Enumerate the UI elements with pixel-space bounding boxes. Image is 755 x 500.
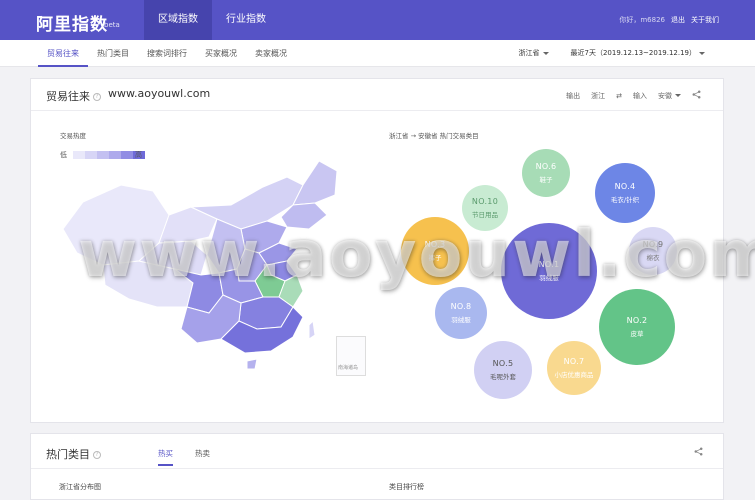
category-bubble[interactable]: NO.2 皮草 — [599, 289, 675, 365]
about-link[interactable]: 关于我们 — [691, 15, 719, 25]
bubble-name: 皮草 — [630, 330, 644, 338]
bubble-name: 毛衣/针织 — [610, 196, 640, 204]
chevron-down-icon — [699, 51, 705, 55]
category-bubble[interactable]: NO.8 羽绒服 — [435, 287, 487, 339]
bubble-name: 鞋子 — [539, 176, 553, 184]
bubble-rank: NO.8 — [450, 302, 472, 311]
top-nav: 区域指数 行业指数 — [144, 0, 280, 40]
share-icon[interactable] — [694, 447, 703, 459]
to-province-label: 安徽 — [658, 91, 672, 100]
category-bubble[interactable]: NO.1 羽绒服 — [501, 223, 597, 319]
category-bubble[interactable]: NO.7 小店优惠商品 — [547, 341, 601, 395]
trade-panel-title-text: 贸易往来 — [46, 90, 90, 103]
logout-link[interactable]: 退出 — [671, 15, 685, 25]
share-icon[interactable] — [692, 90, 701, 101]
hot-panel-title: 热门类目? — [46, 446, 101, 462]
sub-nav: 贸易往来 热门类目 搜索词排行 买家概况 卖家概况 浙江省 最近7天（2019.… — [0, 40, 755, 67]
category-bubble[interactable]: NO.10 节日用品 — [462, 185, 508, 231]
export-toggle[interactable]: 输出 — [566, 91, 580, 101]
bubble-name: 裤子 — [428, 254, 442, 262]
user-greeting: 你好，m6826 — [619, 16, 665, 24]
trade-panel-header: 贸易往来? www.aoyouwl.com 输出 浙江 ⇄ 输入 安徽 — [31, 79, 723, 111]
user-menu: 你好，m6826 退出 关于我们 — [619, 15, 719, 25]
south-sea-label: 南海诸岛 — [338, 365, 359, 371]
bubble-name: 毛呢外套 — [490, 373, 516, 381]
legend-label: 交易热度 — [60, 132, 86, 140]
route-title: 浙江省 → 安徽省 热门交易类目 — [389, 132, 479, 140]
trade-tools: 输出 浙江 ⇄ 输入 安徽 — [566, 90, 701, 101]
import-toggle[interactable]: 输入 — [633, 91, 647, 101]
tab-search-rank[interactable]: 搜索词排行 — [138, 40, 196, 67]
category-bubble[interactable]: NO.4 毛衣/针织 — [595, 163, 655, 223]
tab-seller-overview[interactable]: 卖家概况 — [246, 40, 296, 67]
help-icon[interactable]: ? — [93, 451, 101, 459]
bubble-rank: NO.4 — [614, 182, 636, 191]
china-map[interactable] — [41, 157, 341, 372]
from-province[interactable]: 浙江 — [591, 91, 605, 101]
trade-panel: 贸易往来? www.aoyouwl.com 输出 浙江 ⇄ 输入 安徽 交易热度… — [30, 78, 724, 423]
bubble-rank: NO.2 — [626, 316, 648, 325]
date-range-label: 最近7天（2019.12.13~2019.12.19） — [570, 49, 696, 57]
hot-tabs: 热买 热卖 — [158, 448, 210, 466]
tab-trade[interactable]: 贸易往来 — [38, 40, 88, 67]
distribution-title: 浙江省分布图 — [59, 483, 101, 491]
top-header: 阿里指数 beta 区域指数 行业指数 你好，m6826 退出 关于我们 — [0, 0, 755, 40]
hot-panel-title-text: 热门类目 — [46, 448, 90, 461]
beta-badge: beta — [104, 21, 120, 29]
bubble-rank: NO.10 — [471, 197, 499, 206]
bubble-rank: NO.5 — [492, 359, 514, 368]
topnav-region-index[interactable]: 区域指数 — [144, 0, 212, 40]
date-range-select[interactable]: 最近7天（2019.12.13~2019.12.19） — [571, 40, 705, 67]
category-bubble[interactable]: NO.6 鞋子 — [522, 149, 570, 197]
chevron-down-icon — [542, 51, 549, 55]
category-rank-title: 类目排行榜 — [389, 483, 424, 491]
help-icon[interactable]: ? — [93, 93, 101, 101]
tab-hot-buy[interactable]: 热买 — [158, 448, 173, 466]
bubble-name: 棉衣 — [646, 254, 660, 262]
bubble-rank: NO.9 — [642, 240, 664, 249]
province-select-label: 浙江省 — [518, 49, 540, 57]
bubble-name: 小店优惠商品 — [554, 371, 594, 379]
tab-buyer-overview[interactable]: 买家概况 — [196, 40, 246, 67]
bubble-name: 羽绒服 — [451, 316, 471, 324]
chevron-down-icon — [675, 94, 681, 97]
brand-logo[interactable]: 阿里指数 — [36, 10, 108, 35]
trade-panel-title: 贸易往来? — [46, 88, 101, 104]
province-select[interactable]: 浙江省 — [519, 40, 549, 67]
category-bubble[interactable]: NO.5 毛呢外套 — [474, 341, 532, 399]
to-province-select[interactable]: 安徽 — [658, 91, 681, 101]
category-bubble[interactable]: NO.9 棉衣 — [629, 227, 677, 275]
hot-panel-divider — [31, 468, 723, 469]
bubble-rank: NO.7 — [563, 357, 585, 366]
topnav-industry-index[interactable]: 行业指数 — [212, 0, 280, 40]
bubble-rank: NO.6 — [535, 162, 557, 171]
category-bubble[interactable]: NO.3 裤子 — [401, 217, 469, 285]
subnav-filters: 浙江省 最近7天（2019.12.13~2019.12.19） — [519, 40, 705, 67]
bubble-rank: NO.3 — [424, 240, 446, 249]
bubble-rank: NO.1 — [538, 260, 560, 269]
bubble-name: 节日用品 — [472, 211, 498, 219]
south-sea-inset: 南海诸岛 — [336, 336, 366, 376]
bubble-name: 羽绒服 — [539, 274, 559, 282]
tab-hot-sell[interactable]: 热卖 — [195, 448, 210, 466]
hot-category-panel: 热门类目? 热买 热卖 浙江省分布图 类目排行榜 — [30, 433, 724, 500]
tab-hot-category[interactable]: 热门类目 — [88, 40, 138, 67]
subnav-tabs: 贸易往来 热门类目 搜索词排行 买家概况 卖家概况 — [38, 40, 296, 67]
watermark-url: www.aoyouwl.com — [108, 87, 211, 100]
swap-icon[interactable]: ⇄ — [616, 92, 622, 100]
